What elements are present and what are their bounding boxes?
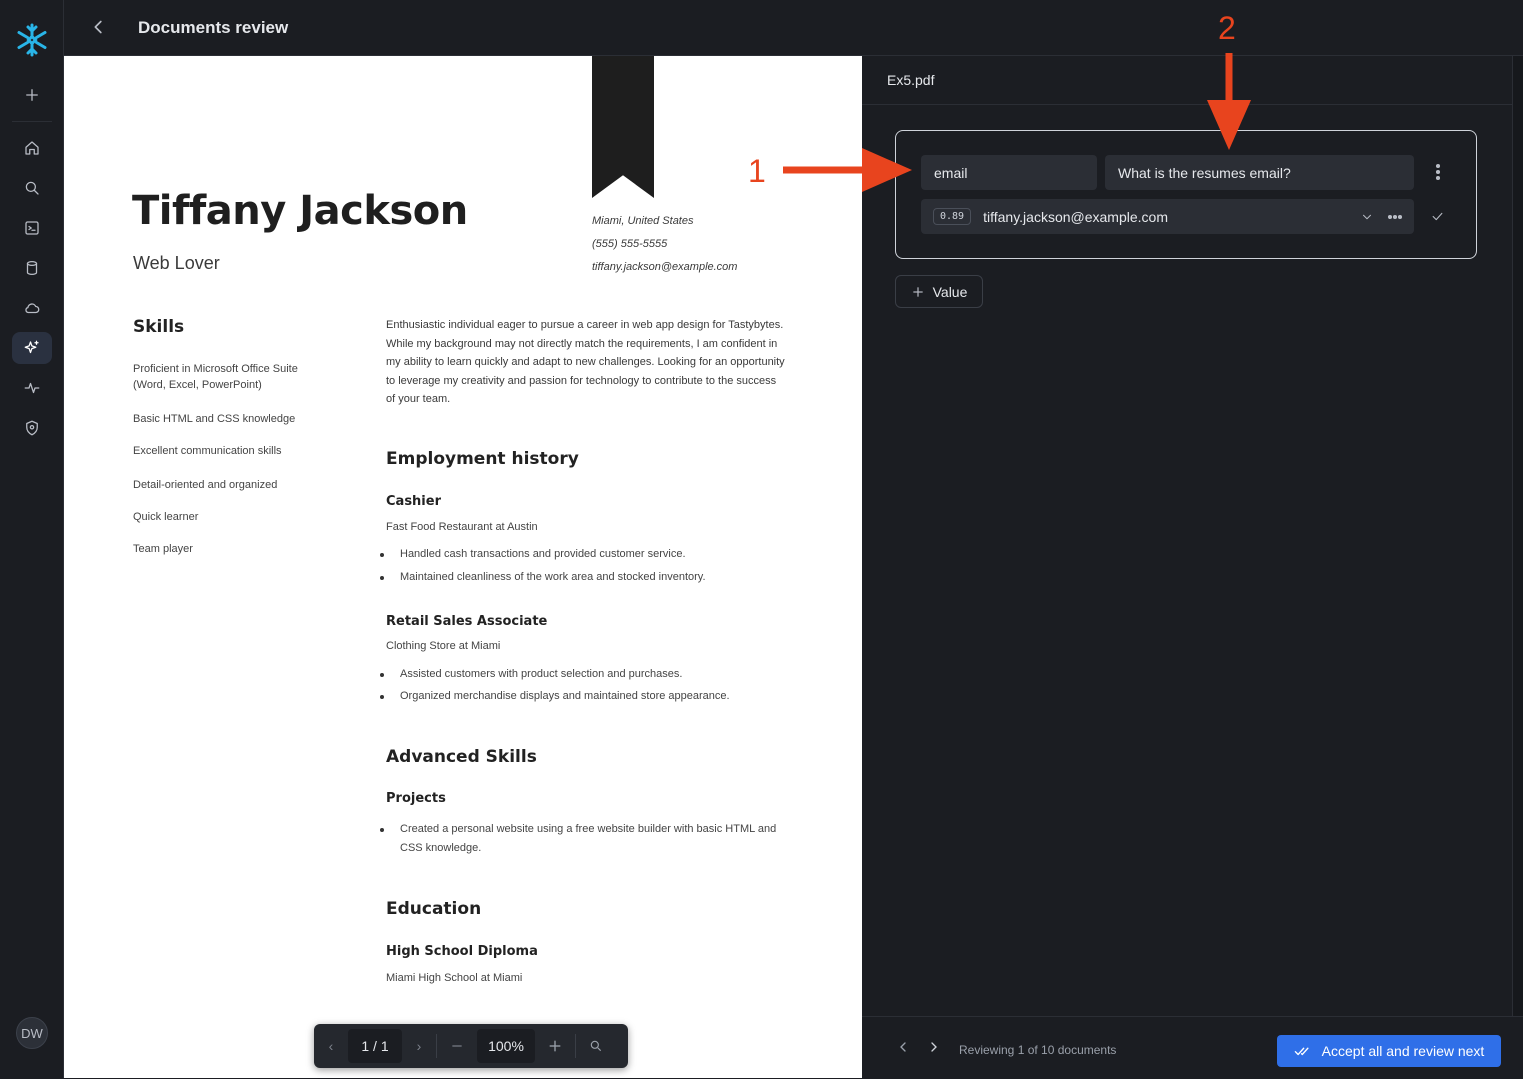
annotation-arrows [783,53,1251,192]
annotation-arrow-1 [783,148,912,192]
annotation-arrow-2 [1207,53,1251,150]
